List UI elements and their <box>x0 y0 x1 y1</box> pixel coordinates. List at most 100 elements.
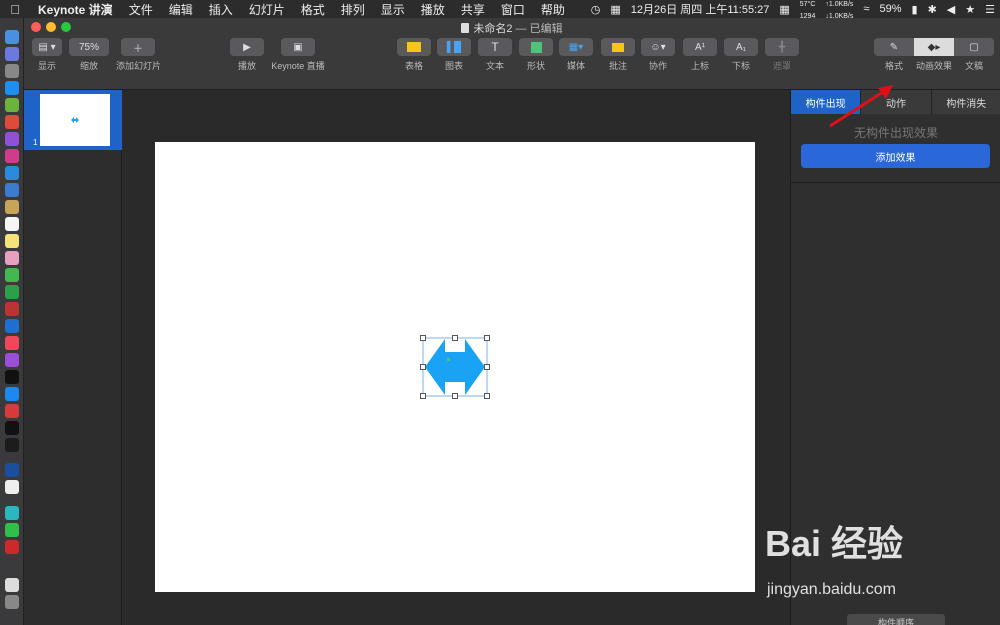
podcasts-dock-icon[interactable] <box>5 353 19 367</box>
chart-button[interactable]: ▌█ 图表 <box>437 38 471 72</box>
menu-play[interactable]: 播放 <box>413 1 453 18</box>
keynote-live-label: Keynote 直播 <box>271 61 325 71</box>
netease-dock-icon[interactable] <box>5 540 19 554</box>
zoom-button[interactable]: 75% 缩放 <box>69 38 109 72</box>
menu-help[interactable]: 帮助 <box>533 1 573 18</box>
launchpad-dock-icon[interactable] <box>5 64 19 78</box>
volume-icon[interactable]: ◀ <box>942 3 960 16</box>
terminal-dock-icon[interactable] <box>5 421 19 435</box>
trash-dock-icon[interactable] <box>5 595 19 609</box>
superscript-button[interactable]: A¹ 上标 <box>683 38 717 72</box>
calendar-dock-icon[interactable] <box>5 217 19 231</box>
resize-handle[interactable] <box>484 364 490 370</box>
slide-thumbnail[interactable] <box>40 94 110 146</box>
menu-share[interactable]: 共享 <box>453 1 493 18</box>
shape-button[interactable]: 形状 <box>519 38 553 72</box>
comment-button[interactable]: 批注 <box>601 38 635 72</box>
text-button[interactable]: T 文本 <box>478 38 512 72</box>
chrome-dock-icon[interactable] <box>5 115 19 129</box>
menu-insert[interactable]: 插入 <box>201 1 241 18</box>
photo-booth-dock-icon[interactable] <box>5 302 19 316</box>
finder-icon[interactable]: ▦ <box>774 3 794 16</box>
app-dock-icon-2[interactable] <box>5 149 19 163</box>
resize-handle[interactable] <box>484 335 490 341</box>
menu-list-icon[interactable]: ☰ <box>980 3 1000 16</box>
format-button[interactable]: ✎ 格式 <box>874 38 914 72</box>
apple-menu-icon[interactable]:  <box>0 2 30 17</box>
zoom-label: 缩放 <box>79 61 98 71</box>
tab-action[interactable]: 动作 <box>861 90 932 114</box>
build-order-button[interactable]: 构件顺序 <box>847 614 945 625</box>
app-store-dock-icon[interactable] <box>5 387 19 401</box>
vivaldi-dock-icon[interactable] <box>5 404 19 418</box>
menu-bar:  Keynote 讲演 文件 编辑 插入 幻灯片 格式 排列 显示 播放 共享… <box>0 0 1000 20</box>
animate-button[interactable]: ◆▸ 动画效果 <box>914 38 954 72</box>
siri-dock-icon[interactable] <box>5 47 19 61</box>
clock-icon[interactable]: ◷ <box>586 3 606 16</box>
messages-dock-icon[interactable] <box>5 268 19 282</box>
slide-canvas[interactable] <box>155 142 755 592</box>
bluetooth-icon[interactable]: ✱ <box>923 3 942 16</box>
menu-format[interactable]: 格式 <box>293 1 333 18</box>
add-slide-button[interactable]: ＋ 添加幻灯片 <box>116 38 161 72</box>
keynote-live-button[interactable]: ▣ Keynote 直播 <box>270 38 326 72</box>
photos-dock-icon[interactable] <box>5 251 19 265</box>
tab-build-in[interactable]: 构件出现 <box>791 90 862 114</box>
wechat-dock-icon[interactable] <box>5 523 19 537</box>
comment-label: 批注 <box>608 61 627 71</box>
collaborate-button[interactable]: ☺▾ 协作 <box>641 38 675 72</box>
tab-build-out[interactable]: 构件消失 <box>931 90 1000 114</box>
keynote-dock-icon[interactable] <box>5 319 19 333</box>
document-label: 文稿 <box>964 61 983 71</box>
media-button[interactable]: ▦▾ 媒体 <box>559 38 593 72</box>
music-dock-icon[interactable] <box>5 336 19 350</box>
notes-dock-icon[interactable] <box>5 200 19 214</box>
document-button[interactable]: ▢ 文稿 <box>954 38 994 72</box>
play-button[interactable]: ▶ 播放 <box>229 38 265 72</box>
resize-handle[interactable] <box>452 335 458 341</box>
subscript-button[interactable]: A₁ 下标 <box>724 38 758 72</box>
view-button[interactable]: ▤ ▾ 显示 <box>32 38 62 72</box>
activity-dock-icon[interactable] <box>5 438 19 452</box>
app-menu[interactable]: Keynote 讲演 <box>30 1 121 18</box>
mask-button[interactable]: ╋ 遮罩 <box>765 38 799 72</box>
slide-thumbnail-selected[interactable]: 1 <box>24 90 122 150</box>
menubar-datetime[interactable]: 12月26日 周四 上午11:55:27 <box>626 1 775 17</box>
menu-arrange[interactable]: 排列 <box>333 1 373 18</box>
resize-handle[interactable] <box>420 335 426 341</box>
table-label: 表格 <box>404 61 423 71</box>
thumbnail-arrow-shape <box>71 117 79 123</box>
sensor-temp: 57°C <box>799 1 816 8</box>
menu-view[interactable]: 显示 <box>373 1 413 18</box>
menu-slide[interactable]: 幻灯片 <box>241 1 293 18</box>
resize-handle[interactable] <box>484 393 490 399</box>
document-icon <box>461 23 470 33</box>
menu-file[interactable]: 文件 <box>121 1 161 18</box>
stickies-dock-icon[interactable] <box>5 234 19 248</box>
table-button[interactable]: 表格 <box>397 38 431 72</box>
tv-dock-icon[interactable] <box>5 370 19 384</box>
finder-dock-icon[interactable] <box>5 30 19 44</box>
yandex-dock-icon[interactable] <box>5 480 19 494</box>
document-dock-icon[interactable] <box>5 578 19 592</box>
android-dock-icon[interactable] <box>5 98 19 112</box>
facetime-dock-icon[interactable] <box>5 285 19 299</box>
calendar-icon[interactable]: ▦ <box>605 3 625 16</box>
resize-handle[interactable] <box>420 393 426 399</box>
preview-dock-icon[interactable] <box>5 183 19 197</box>
battery-icon[interactable]: ▮ <box>907 3 923 16</box>
app-dock-icon-4[interactable] <box>5 506 19 520</box>
safari-dock-icon[interactable] <box>5 81 19 95</box>
vpn-dock-icon[interactable] <box>5 463 19 477</box>
double-arrow-shape[interactable] <box>425 339 485 395</box>
wifi-icon[interactable]: ≈ <box>858 3 874 15</box>
resize-handle[interactable] <box>452 393 458 399</box>
add-effect-button[interactable]: 添加效果 <box>801 144 990 168</box>
battery-percent[interactable]: 59% <box>874 3 906 15</box>
menu-edit[interactable]: 编辑 <box>161 1 201 18</box>
resize-handle[interactable] <box>420 364 426 370</box>
app-dock-icon[interactable] <box>5 132 19 146</box>
app-dock-icon-3[interactable] <box>5 166 19 180</box>
menu-window[interactable]: 窗口 <box>493 1 533 18</box>
star-icon[interactable]: ★ <box>960 3 980 16</box>
